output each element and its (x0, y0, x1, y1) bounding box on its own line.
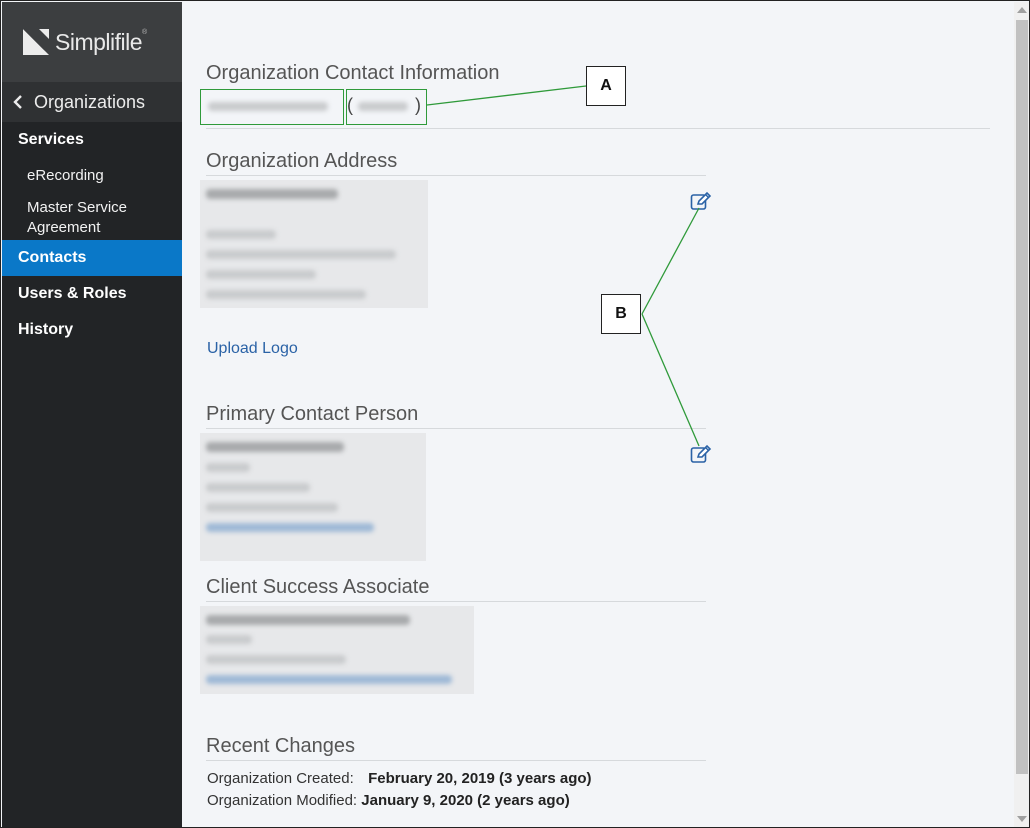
created-label: Organization Created: (207, 770, 354, 787)
divider (206, 128, 990, 129)
logo[interactable]: Simplifile® (2, 2, 182, 82)
back-label: Organizations (34, 91, 146, 112)
redacted-line (206, 463, 250, 472)
scroll-thumb[interactable] (1016, 20, 1028, 774)
redacted-line (206, 250, 396, 259)
modified-row: Organization Modified: January 9, 2020 (… (207, 792, 570, 809)
redacted-line (206, 615, 410, 625)
callout-b: B (601, 294, 641, 334)
primary-contact-title: Primary Contact Person (206, 403, 419, 425)
divider (206, 601, 706, 602)
org-contact-title: Organization Contact Information (206, 62, 500, 84)
app-window: Simplifile® Organizations Services eReco… (0, 0, 1030, 828)
nav-users-roles[interactable]: Users & Roles (2, 276, 182, 312)
nav-services[interactable]: Services (2, 122, 182, 158)
redacted-line (206, 189, 338, 199)
divider (206, 760, 706, 761)
created-row: Organization Created: February 20, 2019 … (207, 770, 592, 787)
redacted-email (206, 675, 452, 684)
vertical-scrollbar[interactable] (1014, 2, 1029, 827)
edit-address-icon[interactable] (690, 191, 712, 211)
divider (206, 428, 706, 429)
modified-value: January 9, 2020 (2 years ago) (361, 792, 570, 809)
chevron-left-icon (12, 94, 24, 110)
edit-primary-contact-icon[interactable] (690, 444, 712, 464)
scroll-down-arrow-icon[interactable] (1017, 816, 1027, 822)
primary-contact-redacted (200, 433, 426, 561)
simplifile-logo-icon (23, 29, 49, 55)
created-value: February 20, 2019 (3 years ago) (368, 770, 592, 787)
paren-close: ) (415, 95, 421, 115)
redacted-line (206, 230, 276, 239)
nav-contacts[interactable]: Contacts (2, 240, 182, 276)
main-content: Organization Contact Information ( ) Org… (182, 2, 1014, 827)
back-to-organizations[interactable]: Organizations (2, 82, 182, 122)
redacted-line (206, 635, 252, 644)
upload-logo-link[interactable]: Upload Logo (207, 340, 298, 358)
logo-text: Simplifile® (55, 28, 147, 55)
scroll-up-arrow-icon[interactable] (1017, 7, 1027, 13)
redacted-line (206, 503, 338, 512)
address-redacted (200, 180, 428, 308)
modified-label: Organization Modified: (207, 792, 358, 809)
nav-history[interactable]: History (2, 312, 182, 348)
redacted-email (206, 523, 374, 532)
org-code-redacted (358, 102, 408, 111)
redacted-line (206, 270, 316, 279)
org-name-redacted (208, 102, 328, 111)
sidebar: Simplifile® Organizations Services eReco… (2, 2, 182, 827)
redacted-line (206, 483, 310, 492)
redacted-line (206, 655, 346, 664)
recent-changes-title: Recent Changes (206, 735, 355, 757)
divider (206, 175, 706, 176)
redacted-line (206, 290, 366, 299)
redacted-line (206, 442, 344, 452)
csa-title: Client Success Associate (206, 576, 430, 598)
org-address-title: Organization Address (206, 150, 398, 172)
nav-master-service-agreement[interactable]: Master Service Agreement (2, 194, 152, 240)
callout-a: A (586, 66, 626, 106)
nav-erecording[interactable]: eRecording (2, 158, 182, 194)
